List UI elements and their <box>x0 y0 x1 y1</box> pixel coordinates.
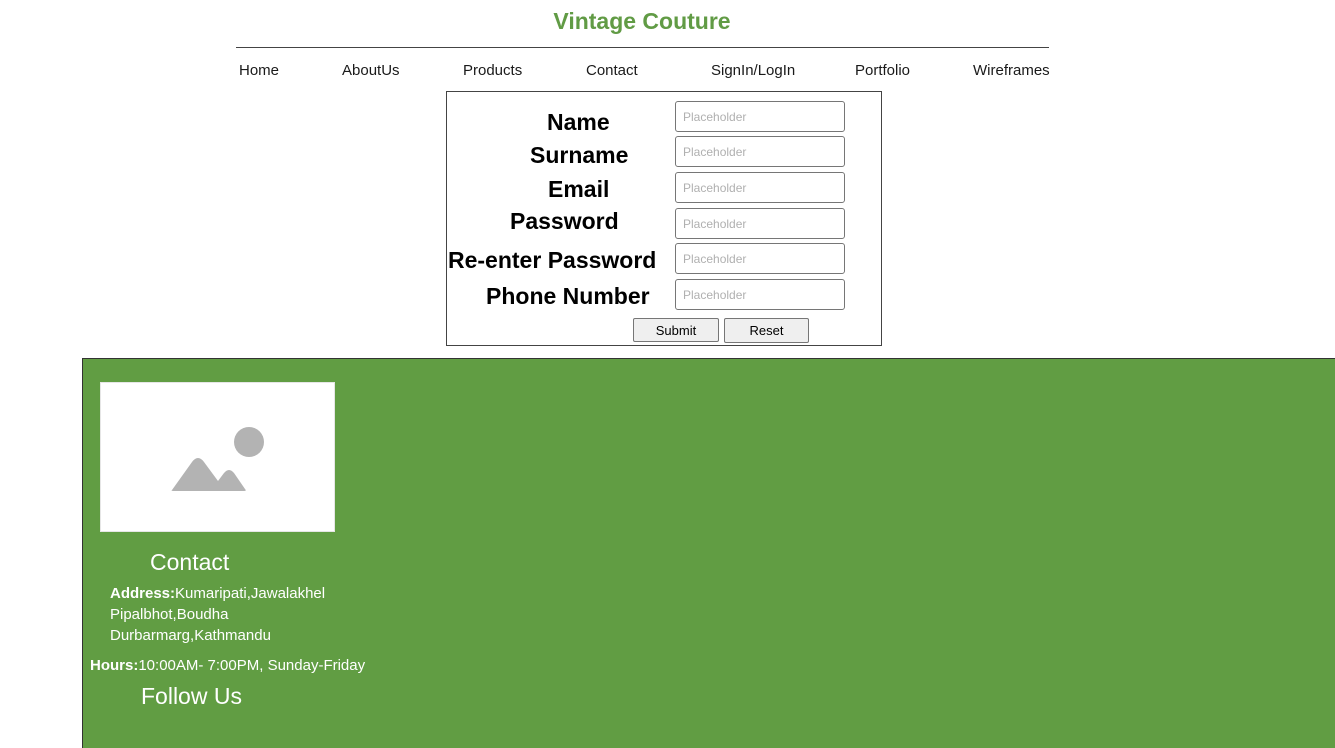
address-line: Pipalbhot,Boudha <box>110 606 229 623</box>
surname-label: Surname <box>530 142 629 168</box>
nav-link-aboutus[interactable]: AboutUs <box>342 62 400 79</box>
hours-value: 10:00AM- 7:00PM, Sunday-Friday <box>138 657 366 674</box>
title-divider <box>236 47 1049 48</box>
nav-link-portfolio[interactable]: Portfolio <box>855 62 910 79</box>
nav-link-signin-login[interactable]: SignIn/LogIn <box>711 62 795 79</box>
address-line: Durbarmarg,Kathmandu <box>110 627 271 644</box>
address-line: Kumaripati,Jawalakhel <box>175 585 326 602</box>
password-input[interactable] <box>675 208 845 239</box>
contact-heading: Contact <box>150 549 230 575</box>
name-input[interactable] <box>675 101 845 132</box>
hours-block: Hours:10:00AM- 7:00PM, Sunday-Friday <box>90 657 365 674</box>
submit-button[interactable]: Submit <box>633 318 719 342</box>
follow-us-heading: Follow Us <box>141 683 242 709</box>
address-label: Address: <box>110 585 176 602</box>
reenter-password-input[interactable] <box>675 243 845 274</box>
phone-number-label: Phone Number <box>486 283 650 309</box>
nav-link-wireframes[interactable]: Wireframes <box>973 62 1050 79</box>
phone-number-input[interactable] <box>675 279 845 310</box>
site-title: Vintage Couture <box>553 8 731 34</box>
nav-link-home[interactable]: Home <box>239 62 279 79</box>
reset-button[interactable]: Reset <box>724 318 809 343</box>
email-label: Email <box>548 176 610 202</box>
password-label: Password <box>510 208 619 234</box>
signup-form: Name Surname Email Password Re-enter Pas… <box>446 91 882 346</box>
site-footer: Contact Address:Kumaripati,Jawalakhel Pi… <box>82 358 1335 748</box>
nav-link-contact[interactable]: Contact <box>586 62 638 79</box>
reenter-password-label: Re-enter Password <box>448 247 657 273</box>
address-block: Address:Kumaripati,Jawalakhel Pipalbhot,… <box>110 583 325 646</box>
nav-link-products[interactable]: Products <box>463 62 522 79</box>
name-label: Name <box>547 109 610 135</box>
surname-input[interactable] <box>675 136 845 167</box>
image-placeholder <box>100 382 335 532</box>
hours-label: Hours: <box>90 657 139 674</box>
email-input[interactable] <box>675 172 845 203</box>
image-placeholder-icon <box>171 427 264 491</box>
